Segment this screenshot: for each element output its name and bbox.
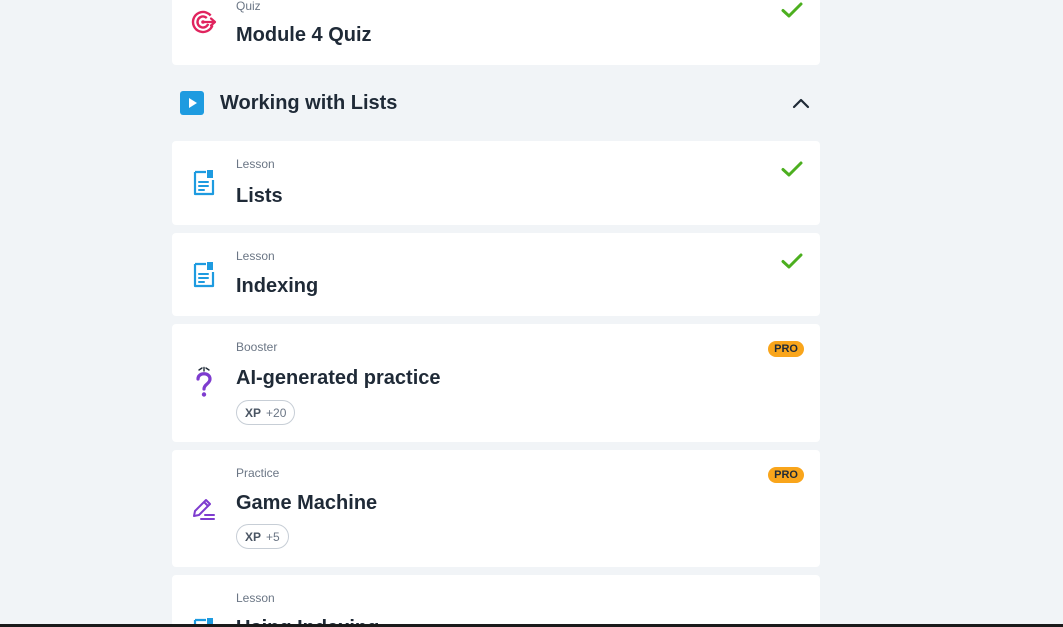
lesson-card-lists[interactable]: Lesson Lists bbox=[172, 141, 820, 225]
item-type-label: Lesson bbox=[236, 157, 275, 171]
check-icon bbox=[781, 2, 803, 18]
item-type-label: Practice bbox=[236, 466, 280, 480]
booster-card-ai-generated-practice[interactable]: Booster AI-generated practice PRO XP +20 bbox=[172, 324, 820, 442]
item-title: Indexing bbox=[236, 275, 319, 297]
item-type-label: Quiz bbox=[236, 0, 261, 13]
check-icon bbox=[781, 161, 803, 177]
item-title: Lists bbox=[236, 185, 283, 207]
pro-badge: PRO bbox=[768, 467, 804, 483]
xp-value: +5 bbox=[266, 529, 280, 544]
pro-badge: PRO bbox=[768, 341, 804, 357]
xp-chip: XP +20 bbox=[236, 400, 296, 425]
section-header-working-with-lists[interactable]: Working with Lists bbox=[172, 82, 820, 124]
xp-label: XP bbox=[245, 529, 262, 544]
pencil-icon bbox=[190, 494, 218, 522]
quiz-card[interactable]: Quiz Module 4 Quiz bbox=[172, 0, 820, 65]
document-icon bbox=[190, 261, 218, 289]
item-type-label: Lesson bbox=[236, 249, 275, 263]
check-icon bbox=[781, 253, 803, 269]
section-title: Working with Lists bbox=[220, 92, 398, 114]
play-icon bbox=[180, 91, 204, 115]
xp-chip: XP +5 bbox=[236, 524, 289, 549]
item-title: Game Machine bbox=[236, 492, 378, 514]
chevron-up-icon[interactable] bbox=[790, 92, 812, 114]
lesson-card-indexing[interactable]: Lesson Indexing bbox=[172, 233, 820, 316]
item-title: Module 4 Quiz bbox=[236, 24, 372, 46]
xp-label: XP bbox=[245, 405, 262, 420]
item-type-label: Booster bbox=[236, 340, 278, 354]
xp-value: +20 bbox=[266, 405, 287, 420]
document-icon bbox=[190, 169, 218, 197]
practice-card-game-machine[interactable]: Practice Game Machine PRO XP +5 bbox=[172, 450, 820, 567]
lesson-card-using-indexing[interactable]: Lesson Using Indexing bbox=[172, 575, 820, 627]
question-sparkle-icon bbox=[190, 366, 218, 397]
item-title: AI-generated practice bbox=[236, 367, 441, 389]
item-type-label: Lesson bbox=[236, 591, 275, 605]
target-icon bbox=[190, 8, 218, 36]
